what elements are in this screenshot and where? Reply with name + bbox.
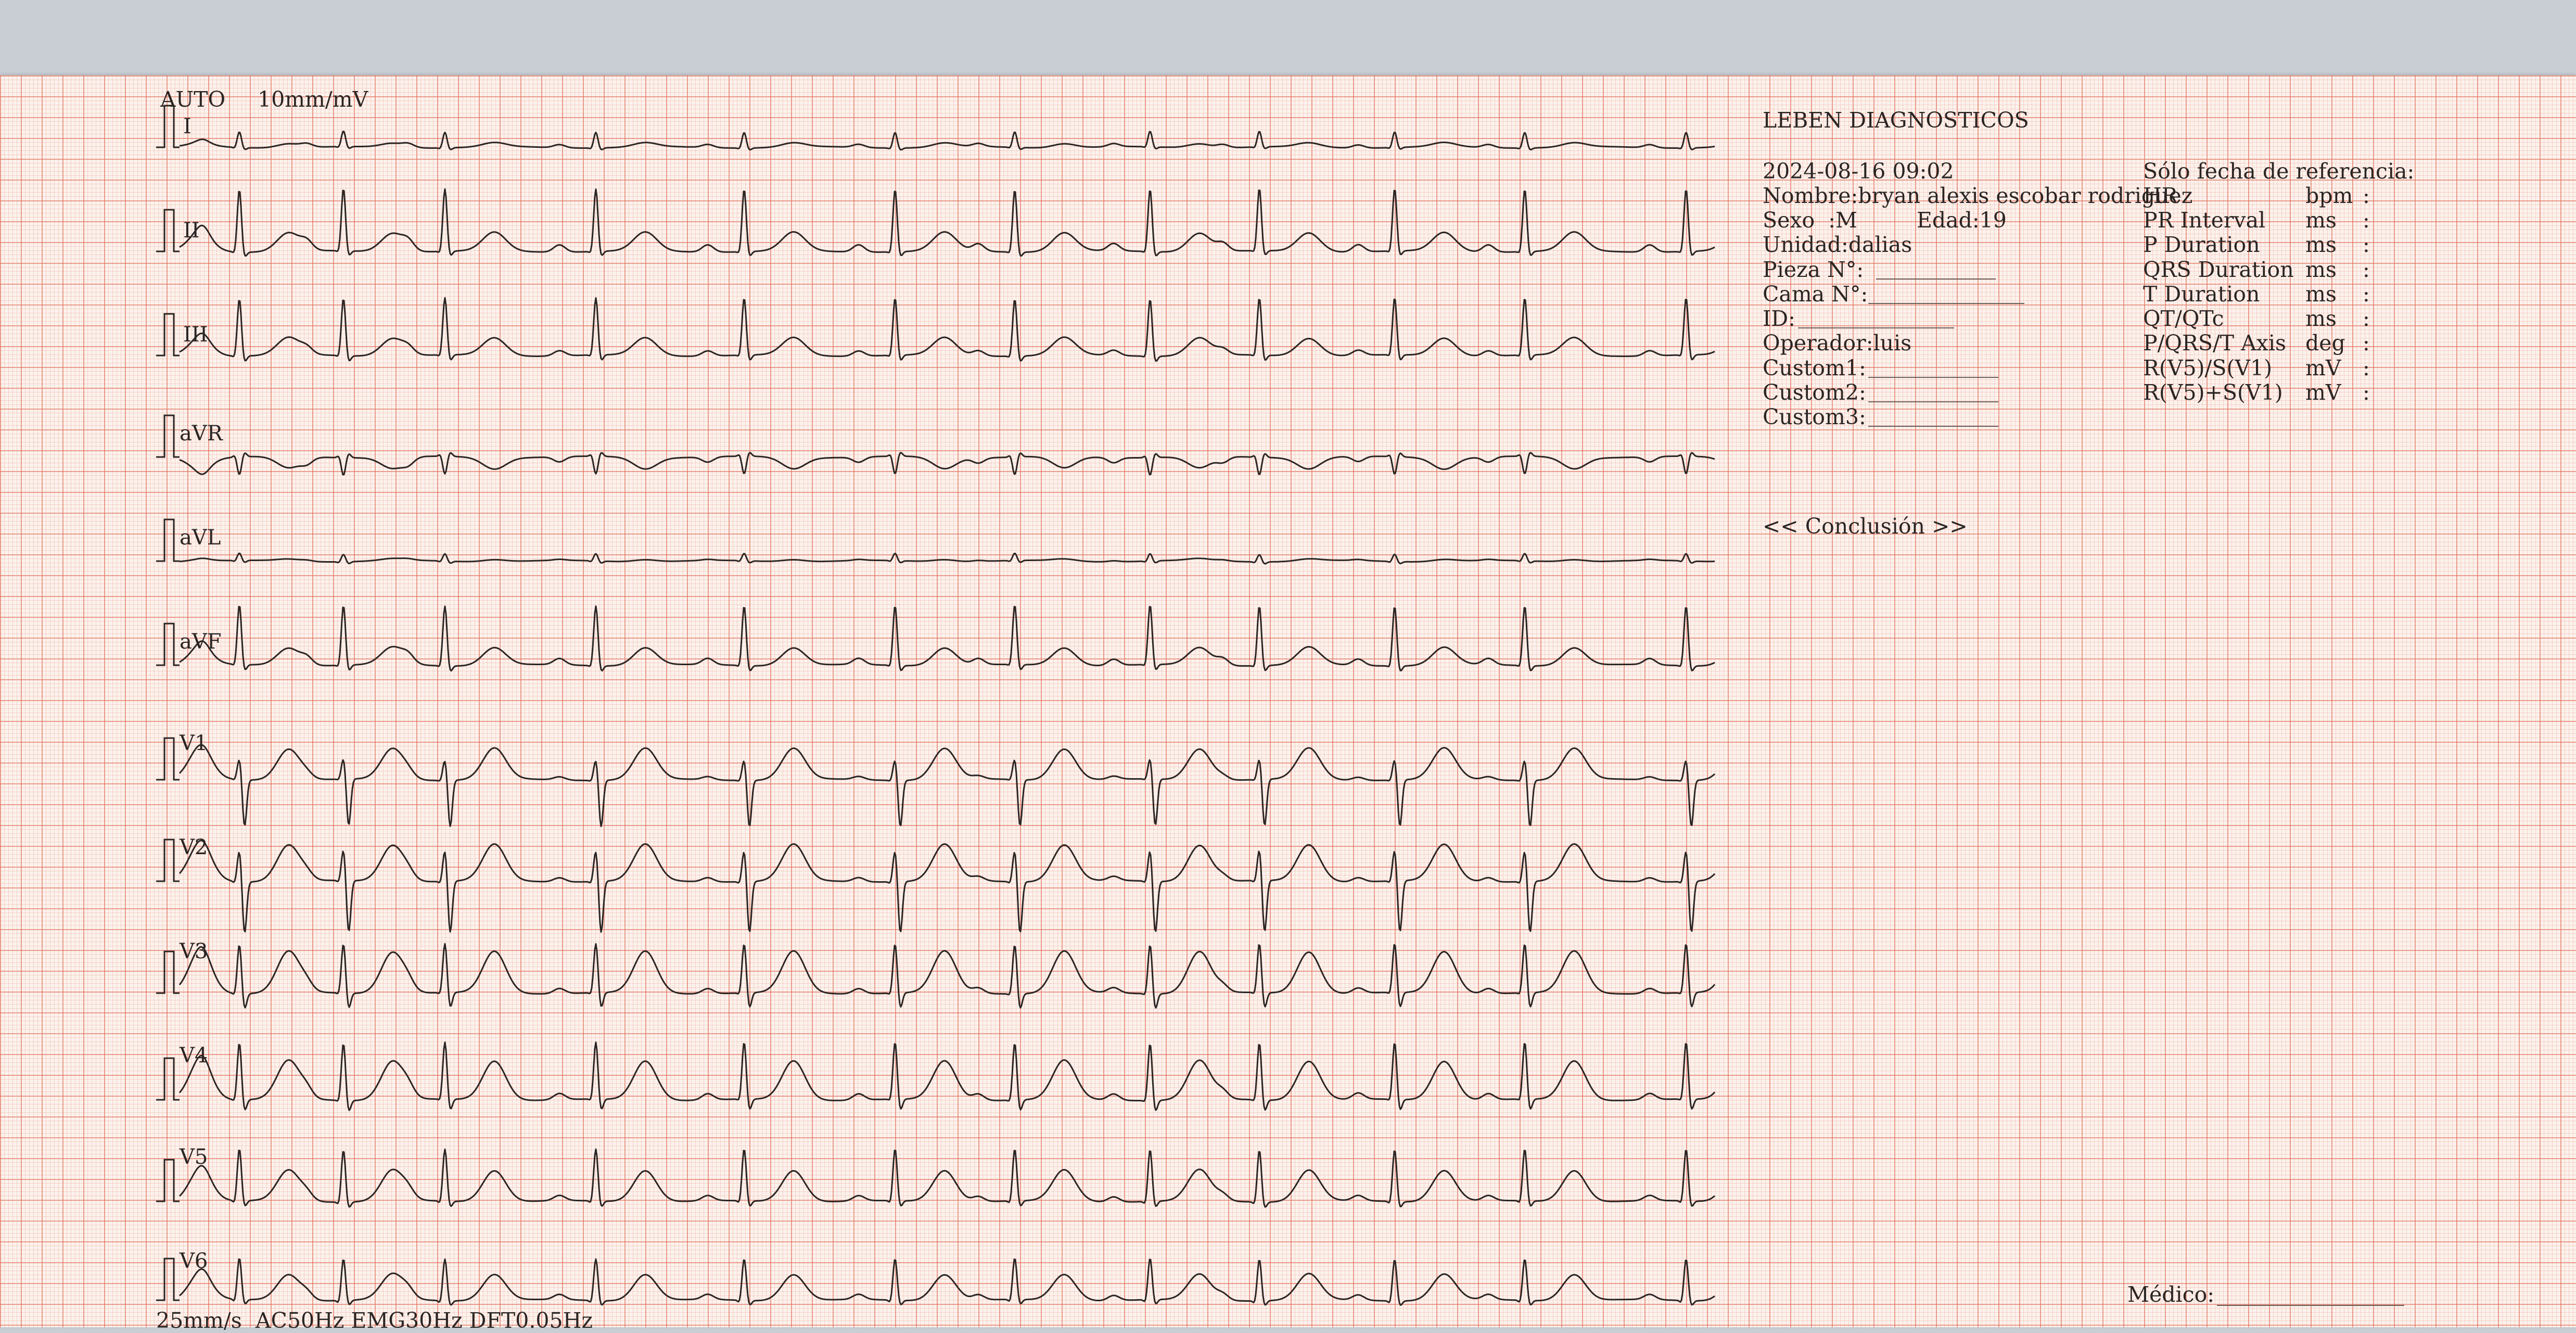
custom2-field-line (1868, 401, 1998, 402)
lead-label-II: II (183, 219, 200, 243)
measurement-unit: ms (2305, 232, 2337, 257)
measurement-sep: : (2363, 380, 2370, 405)
lead-label-V3: V3 (180, 940, 208, 963)
record-datetime: 2024-08-16 09:02 (1763, 159, 1954, 184)
measurement-unit: ms (2305, 208, 2337, 233)
measurement-name: HR (2143, 183, 2178, 208)
calibration-pulse (156, 737, 180, 781)
custom2-field: Custom2: (1763, 380, 1866, 405)
ecg-lead-trace (179, 297, 1715, 362)
calibration-pulse (156, 518, 180, 562)
calibration-pulse (156, 209, 180, 252)
measurement-unit: ms (2305, 306, 2337, 331)
id-field-line (1798, 327, 1954, 328)
measurement-name: R(V5)/S(V1) (2143, 356, 2273, 380)
calibration-pulse (156, 414, 180, 458)
calibration-pulse (156, 105, 180, 148)
patient-sex: Sexo :M (1763, 208, 1858, 233)
measurement-name: QRS Duration (2143, 257, 2294, 282)
measurement-sep: : (2363, 257, 2370, 282)
calibration-pulse (156, 839, 180, 882)
measurement-unit: mV (2305, 380, 2341, 405)
measurement-sep: : (2363, 306, 2370, 331)
room-field: Pieza N°: (1763, 257, 1864, 282)
custom3-field-line (1868, 426, 1998, 427)
lead-label-V2: V2 (180, 835, 208, 859)
physician-field: Médico: (2127, 1282, 2215, 1307)
measurement-sep: : (2363, 282, 2370, 307)
lead-label-V1: V1 (180, 731, 208, 755)
ecg-lead-trace (179, 552, 1715, 565)
ecg-lead-trace (179, 131, 1715, 151)
calibration-pulse (156, 313, 180, 357)
ecg-lead-trace (179, 452, 1715, 476)
lead-label-V6: V6 (180, 1249, 208, 1273)
ecg-lead-trace (178, 1042, 1716, 1111)
calibration-pulse (156, 623, 180, 666)
measurement-unit: mV (2305, 356, 2341, 380)
ecg-paper: AUTO 10mm/mV I II III aVR aVL aVF V1 V2 … (0, 75, 2576, 1333)
measurement-name: PR Interval (2143, 208, 2266, 233)
lead-label-aVF: aVF (180, 630, 222, 654)
recording-mode: AUTO (160, 87, 226, 112)
measurement-name: T Duration (2143, 282, 2260, 307)
measurement-name: QT/QTc (2143, 306, 2224, 331)
ecg-lead-trace (178, 943, 1716, 1009)
calibration-pulse (156, 1159, 180, 1202)
ecg-lead-trace (178, 744, 1716, 828)
filter-settings: 25mm/s AC50Hz EMG30Hz DFT0.05Hz (156, 1308, 593, 1333)
measurement-sep: : (2363, 183, 2370, 208)
measurement-unit: ms (2305, 257, 2337, 282)
patient-name: Nombre:bryan alexis escobar rodriguez (1763, 183, 2193, 208)
measurement-unit: deg (2305, 331, 2345, 356)
operator-field: Operador:luis (1763, 331, 1912, 356)
institution-name: LEBEN DIAGNOSTICOS (1763, 108, 2029, 133)
room-field-line (1876, 278, 1996, 280)
measurement-sep: : (2363, 208, 2370, 233)
lead-label-III: III (183, 323, 208, 347)
bed-field: Cama N°: (1763, 282, 1868, 307)
lead-label-I: I (183, 115, 192, 138)
id-field: ID: (1763, 306, 1795, 331)
lead-label-V5: V5 (180, 1145, 208, 1169)
reference-note: Sólo fecha de referencia: (2143, 159, 2415, 184)
ecg-lead-trace (178, 840, 1716, 933)
custom1-field: Custom1: (1763, 356, 1866, 380)
ecg-lead-trace (179, 188, 1715, 257)
physician-signature-line (2217, 1305, 2404, 1306)
custom1-field-line (1868, 377, 1998, 378)
custom3-field: Custom3: (1763, 404, 1866, 429)
bed-field-line (1868, 303, 2024, 304)
patient-age: Edad:19 (1917, 208, 2007, 233)
lead-label-aVR: aVR (180, 422, 223, 446)
measurement-name: R(V5)+S(V1) (2143, 380, 2283, 405)
ecg-lead-trace (178, 1258, 1715, 1306)
lead-label-aVL: aVL (180, 526, 221, 550)
unit-field: Unidad:dalias (1763, 232, 1912, 257)
measurement-sep: : (2363, 232, 2370, 257)
calibration-pulse (156, 1258, 180, 1301)
measurement-name: P Duration (2143, 232, 2260, 257)
ecg-lead-trace (178, 1148, 1716, 1208)
measurement-unit: bpm (2305, 183, 2353, 208)
calibration-pulse (156, 950, 180, 994)
conclusion-heading: << Conclusión >> (1763, 514, 1968, 539)
measurement-name: P/QRS/T Axis (2143, 331, 2287, 356)
lead-label-V4: V4 (180, 1044, 208, 1068)
measurement-sep: : (2363, 331, 2370, 356)
gain-setting: 10mm/mV (258, 87, 368, 112)
measurement-unit: ms (2305, 282, 2337, 307)
ecg-lead-trace (179, 605, 1715, 672)
measurement-sep: : (2363, 356, 2370, 380)
calibration-pulse (156, 1057, 180, 1101)
